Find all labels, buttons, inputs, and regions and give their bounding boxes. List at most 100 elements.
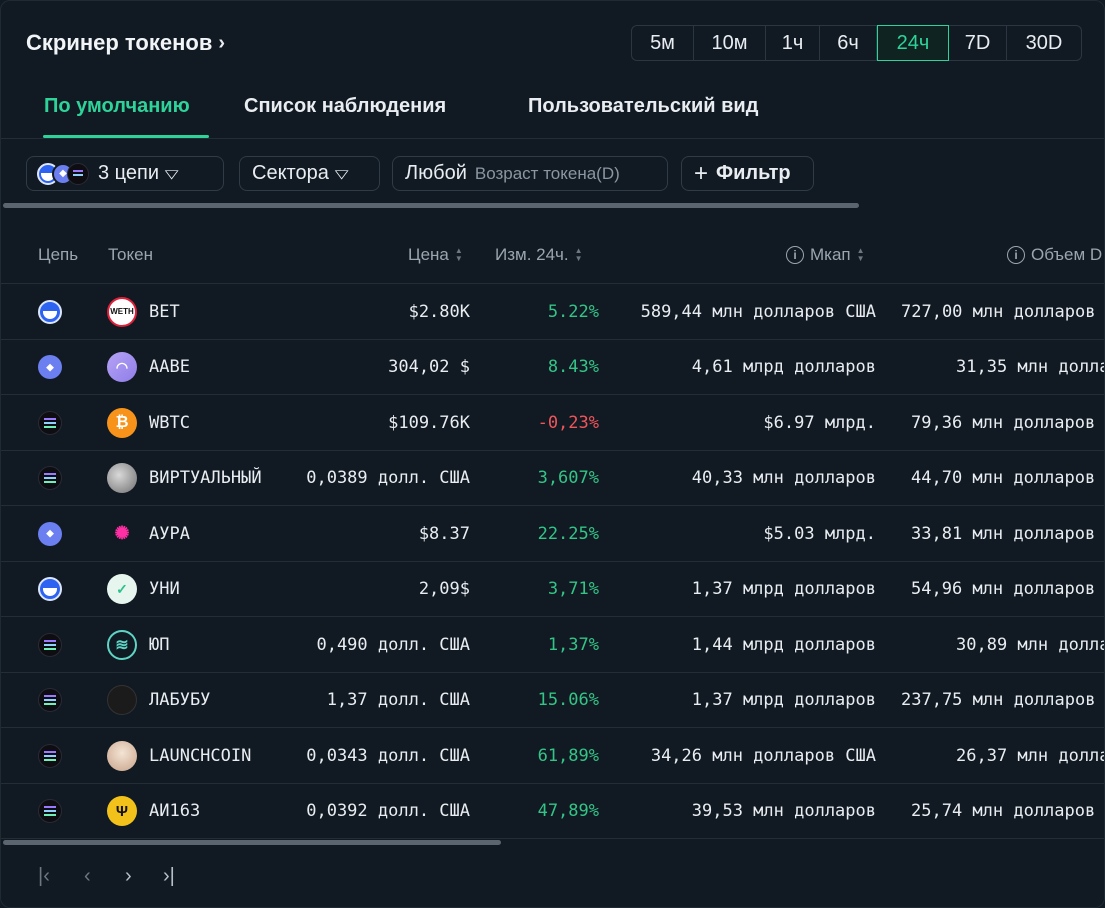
chain-cell: ◆ [38, 340, 62, 395]
token-cell: ЛАБУБУ [107, 673, 210, 728]
column-header-volume[interactable]: i Объем D [1007, 245, 1102, 265]
info-icon[interactable]: i [786, 246, 804, 264]
timeframe-10m-button[interactable]: 10м [694, 26, 766, 60]
timeframe-5m-button[interactable]: 5м [632, 26, 694, 60]
token-name: АИ163 [149, 801, 201, 821]
info-icon[interactable]: i [1007, 246, 1025, 264]
solana-chain-icon [38, 466, 62, 490]
tab-custom-view[interactable]: Пользовательский вид [528, 95, 758, 118]
table-row[interactable]: ВИРТУАЛЬНЫЙ 0,0389 долл. США 3,607% 40,3… [1, 451, 1104, 506]
token-cell: WETH ВЕТ [107, 284, 180, 339]
token-cell: ✺ АУРА [107, 506, 190, 561]
table-header: Цепь Токен Цена ▲ ▼ Изм. 24ч. ▲ ▼ i Мкап ▲… [1, 229, 1104, 284]
token-age-filter-button[interactable]: Любой Возраст токена(D) [392, 156, 668, 191]
solana-chain-icon [67, 162, 89, 185]
mcap-cell: 40,33 млн долларов [691, 468, 876, 488]
volume-cell: 54,96 млн долларов США [911, 579, 1104, 599]
volume-cell: 30,89 млн долларов США [956, 634, 1104, 655]
token-age-value: Любой [405, 162, 467, 184]
labubu-icon [107, 685, 137, 715]
ethereum-chain-icon: ◆ [38, 355, 62, 379]
chains-filter-button[interactable]: ◆ 3 цепи ▽ [26, 156, 224, 191]
token-cell: ₿ WBTC [107, 395, 190, 450]
token-name: ВЕТ [149, 301, 180, 322]
token-cell: ◠ ААВЕ [107, 340, 190, 395]
volume-cell: 33,81 млн долларов США [911, 523, 1104, 544]
base-chain-icon [38, 577, 62, 601]
bitcoin-icon: ₿ [107, 407, 137, 438]
change-cell: 22.25% [537, 523, 599, 544]
add-filter-button[interactable]: + Фильтр [681, 156, 814, 191]
token-name: ВИРТУАЛЬНЫЙ [149, 468, 262, 488]
sectors-filter-button[interactable]: Сектора ▽ [239, 156, 380, 191]
chevron-down-icon: ▽ [164, 166, 179, 181]
token-name: УНИ [149, 579, 180, 599]
jup-icon: ≋ [107, 629, 137, 660]
change-cell: -0,23% [537, 412, 599, 433]
timeframe-24h-button[interactable]: 24ч [877, 25, 949, 61]
column-header-mcap[interactable]: i Мкап ▲ ▼ [786, 245, 865, 265]
tab-default[interactable]: По умолчанию [44, 95, 190, 118]
first-page-button[interactable]: |‹ [38, 865, 50, 888]
price-cell: 0,0389 долл. США [306, 468, 470, 488]
chain-cell [38, 451, 62, 506]
page-title[interactable]: Скринер токенов › [26, 30, 225, 56]
timeframe-selector: 5м 10м 1ч 6ч 24ч 7D 30D [631, 25, 1082, 61]
volume-cell: 727,00 млн долларов США [901, 301, 1104, 322]
token-name: ЮП [149, 634, 170, 655]
timeframe-1h-button[interactable]: 1ч [766, 26, 820, 60]
change-cell: 3,607% [537, 468, 599, 488]
column-header-token: Токен [108, 245, 153, 265]
prev-page-button[interactable]: ‹ [84, 865, 91, 888]
column-header-change[interactable]: Изм. 24ч. ▲ ▼ [495, 245, 583, 265]
price-cell: 0,490 долл. США [316, 634, 470, 655]
price-cell: 2,09$ [418, 579, 470, 599]
mcap-cell: $5.03 млрд. [763, 523, 876, 544]
change-cell: 5.22% [547, 301, 599, 322]
change-cell: 3,71% [547, 579, 599, 599]
mcap-cell: 34,26 млн долларов США [650, 745, 876, 766]
change-cell: 61,89% [537, 745, 599, 766]
virtual-icon [107, 463, 137, 493]
column-header-price[interactable]: Цена ▲ ▼ [408, 245, 463, 265]
token-name: WBTC [149, 412, 190, 433]
table-row[interactable]: WETH ВЕТ $2.80K 5.22% 589,44 млн долларо… [1, 284, 1104, 340]
aave-icon: ◠ [107, 352, 137, 382]
mcap-cell: 589,44 млн долларов США [640, 301, 876, 322]
table-row[interactable]: ◆ ✺ АУРА $8.37 22.25% $5.03 млрд. 33,81 … [1, 506, 1104, 562]
token-cell: LAUNCHCOIN [107, 728, 251, 783]
timeframe-6h-button[interactable]: 6ч [820, 26, 877, 60]
table-row[interactable]: LAUNCHCOIN 0,0343 долл. США 61,89% 34,26… [1, 728, 1104, 784]
price-cell: $8.37 [418, 523, 470, 544]
chain-cell [38, 284, 62, 339]
token-name: LAUNCHCOIN [149, 745, 252, 766]
last-page-button[interactable]: ›| [163, 865, 175, 888]
token-cell: ≋ ЮП [107, 617, 169, 672]
mcap-cell: 1,37 млрд долларов [691, 579, 876, 599]
mcap-cell: 39,53 млн долларов [691, 801, 876, 821]
table-row[interactable]: ≋ ЮП 0,490 долл. США 1,37% 1,44 млрд дол… [1, 617, 1104, 673]
solana-chain-icon [38, 410, 62, 435]
table-row[interactable]: ЛАБУБУ 1,37 долл. США 15.06% 1,37 млрд д… [1, 673, 1104, 728]
table-row[interactable]: ₿ WBTC $109.76К -0,23% $6.97 млрд. 79,36… [1, 395, 1104, 451]
timeframe-7d-button[interactable]: 7D [949, 26, 1007, 60]
table-row[interactable]: ✓ УНИ 2,09$ 3,71% 1,37 млрд долларов 54,… [1, 562, 1104, 617]
ai16z-icon: Ψ [107, 796, 137, 826]
table-row[interactable]: Ψ АИ163 0,0392 долл. США 47,89% 39,53 мл… [1, 784, 1104, 839]
horizontal-scrollbar-bottom[interactable] [3, 840, 501, 845]
add-filter-label: Фильтр [716, 162, 791, 184]
solana-chain-icon [38, 743, 62, 768]
chain-cell: ◆ [38, 506, 62, 561]
page-title-text: Скринер токенов [26, 30, 213, 55]
next-page-button[interactable]: › [125, 865, 132, 888]
column-header-volume-label: Объем D [1031, 245, 1103, 264]
column-header-price-label: Цена [408, 245, 449, 264]
horizontal-scrollbar-top[interactable] [3, 203, 859, 208]
token-name: ААВЕ [149, 357, 190, 377]
volume-cell: 31,35 млн долларов США [956, 357, 1104, 377]
table-row[interactable]: ◆ ◠ ААВЕ 304,02 $ 8.43% 4,61 млрд доллар… [1, 340, 1104, 395]
timeframe-30d-button[interactable]: 30D [1007, 26, 1081, 60]
volume-cell: 44,70 млн долларов США [911, 468, 1104, 488]
tab-watchlist[interactable]: Список наблюдения [244, 95, 446, 118]
sectors-filter-label: Сектора [252, 162, 329, 184]
